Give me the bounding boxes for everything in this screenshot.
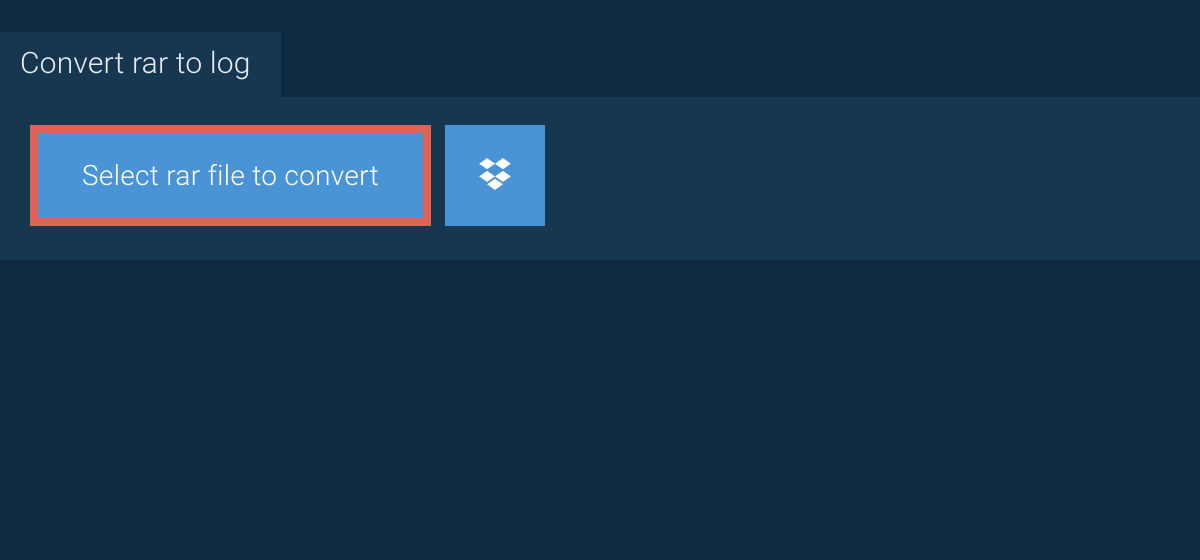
page-background [0,260,1200,560]
select-file-button[interactable]: Select rar file to convert [30,125,431,226]
converter-panel: Select rar file to convert [0,97,1200,260]
tab-convert[interactable]: Convert rar to log [0,32,281,97]
select-file-label: Select rar file to convert [82,159,379,192]
tab-bar: Convert rar to log [0,0,1200,97]
dropbox-icon [476,155,514,196]
tab-label: Convert rar to log [20,46,251,81]
dropbox-button[interactable] [445,125,545,226]
